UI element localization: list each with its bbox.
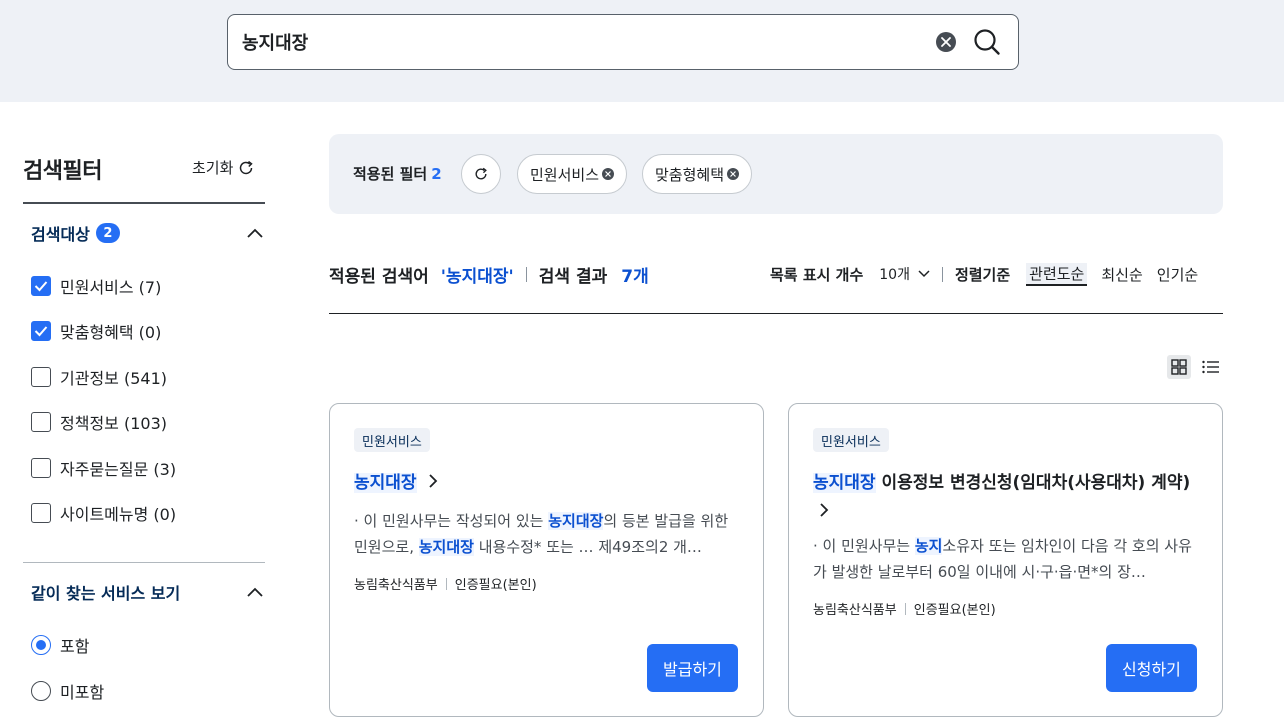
radio-button[interactable]	[31, 635, 51, 655]
page-size-value: 10개	[879, 267, 910, 283]
card-category-tag: 민원서비스	[354, 428, 430, 452]
search-box	[227, 14, 1019, 70]
result-card: 민원서비스 농지대장 · 이 민원사무는 작성되어 있는 농지대장의 등본 발급…	[329, 403, 764, 717]
sort-controls: 목록 표시 개수 10개 정렬기준 관련도순 최신순 인기순	[770, 262, 1198, 286]
card-title-highlight: 농지대장	[354, 473, 417, 493]
filter-option-label: 사이트메뉴명 (0)	[60, 505, 177, 524]
refresh-icon	[240, 160, 254, 174]
filter-option-faq[interactable]: 자주묻는질문 (3)	[31, 457, 176, 479]
filter-title: 검색필터	[23, 159, 102, 184]
card-category-tag: 민원서비스	[813, 428, 889, 452]
card-meta: 농림축산식품부 인증필요(본인)	[354, 574, 537, 593]
applied-filters-reset-button[interactable]	[461, 154, 501, 194]
filter-option-policy[interactable]: 정책정보 (103)	[31, 411, 167, 433]
chevron-right-icon	[820, 503, 829, 517]
filter-reset-label: 초기화	[192, 159, 234, 177]
apply-button[interactable]: 신청하기	[1106, 644, 1197, 692]
card-title-link[interactable]: 농지대장 이용정보 변경신청(임대차(사용대차) 계약)	[813, 469, 1203, 527]
applied-filters-count: 2	[431, 165, 442, 183]
checkbox[interactable]	[31, 458, 51, 478]
filter-option-label: 맞춤형혜택 (0)	[60, 323, 162, 342]
checkbox[interactable]	[31, 367, 51, 387]
chevron-down-icon	[918, 270, 930, 278]
chevron-up-icon[interactable]	[245, 223, 265, 243]
filter-option-label: 기관정보 (541)	[60, 369, 167, 388]
applied-query: '농지대장'	[440, 267, 514, 287]
close-icon[interactable]	[602, 168, 615, 180]
related-section-header[interactable]: 같이 찾는 서비스 보기	[23, 577, 265, 607]
chevron-up-icon[interactable]	[245, 582, 265, 602]
card-title-link[interactable]: 농지대장	[354, 469, 744, 498]
filter-option-minwon[interactable]: 민원서비스 (7)	[31, 275, 161, 297]
card-agency: 농림축산식품부	[354, 578, 438, 593]
target-count-badge: 2	[95, 223, 120, 243]
filter-chip-label: 민원서비스	[530, 165, 600, 184]
result-label: 검색 결과	[538, 267, 608, 287]
related-section-label: 같이 찾는 서비스 보기	[31, 584, 181, 603]
list-view-button[interactable]	[1199, 355, 1223, 379]
filter-option-label: 민원서비스 (7)	[60, 278, 162, 297]
result-summary: 적용된 검색어 '농지대장' 검색 결과 7개	[329, 262, 649, 287]
filter-chip-label: 맞춤형혜택	[655, 165, 725, 184]
grid-icon	[1171, 359, 1187, 375]
close-icon	[941, 37, 951, 47]
sidebar-divider	[23, 202, 265, 204]
close-icon[interactable]	[727, 168, 740, 180]
filter-option-label: 자주묻는질문 (3)	[60, 460, 177, 479]
sort-label: 정렬기준	[954, 265, 1011, 284]
sort-option-popular[interactable]: 인기순	[1157, 264, 1198, 285]
filter-chip[interactable]: 맞춤형혜택	[642, 154, 753, 194]
card-agency: 농림축산식품부	[813, 603, 897, 618]
target-section-header[interactable]: 검색대상 2	[23, 218, 265, 248]
related-option-include[interactable]: 포함	[31, 634, 89, 656]
card-description: · 이 민원사무는 작성되어 있는 농지대장의 등본 발급을 위한 민원으로, …	[354, 512, 729, 556]
search-icon	[974, 29, 1000, 55]
search-header	[0, 0, 1284, 102]
checkbox[interactable]	[31, 276, 51, 296]
checkbox[interactable]	[31, 321, 51, 341]
result-count: 7개	[621, 267, 649, 287]
radio-label: 포함	[60, 637, 90, 656]
filter-option-sitemenu[interactable]: 사이트메뉴명 (0)	[31, 502, 176, 524]
card-auth: 인증필요(본인)	[454, 578, 537, 593]
result-card: 민원서비스 농지대장 이용정보 변경신청(임대차(사용대차) 계약) · 이 민…	[788, 403, 1223, 717]
grid-view-button[interactable]	[1167, 355, 1191, 379]
applied-query-label: 적용된 검색어	[329, 267, 429, 287]
results-divider	[329, 313, 1223, 314]
filter-option-benefit[interactable]: 맞춤형혜택 (0)	[31, 320, 161, 342]
check-icon	[34, 326, 48, 337]
list-icon	[1202, 360, 1219, 374]
card-description: · 이 민원사무는 농지소유자 또는 임차인이 다음 각 호의 사유가 발생한 …	[813, 537, 1192, 581]
search-input[interactable]	[242, 27, 922, 57]
page-size-label: 목록 표시 개수	[770, 265, 864, 284]
sort-option-relevance[interactable]: 관련도순	[1026, 262, 1088, 286]
filter-option-agency[interactable]: 기관정보 (541)	[31, 366, 167, 388]
sort-option-latest[interactable]: 최신순	[1101, 264, 1142, 285]
checkbox[interactable]	[31, 503, 51, 523]
clear-search-button[interactable]	[936, 32, 956, 52]
sidebar-divider	[23, 562, 265, 563]
filter-reset-button[interactable]: 초기화	[192, 157, 254, 178]
card-title-highlight: 농지대장	[813, 473, 876, 493]
related-option-exclude[interactable]: 미포함	[31, 680, 104, 702]
card-title-text: 이용정보 변경신청(임대차(사용대차) 계약)	[875, 473, 1191, 493]
search-button[interactable]	[972, 27, 1002, 57]
applied-filters-label: 적용된 필터	[353, 165, 428, 183]
checkbox[interactable]	[31, 412, 51, 432]
radio-label: 미포함	[60, 683, 105, 702]
check-icon	[34, 281, 48, 292]
filter-option-label: 정책정보 (103)	[60, 414, 167, 433]
page-size-select[interactable]: 10개	[879, 264, 930, 284]
chevron-right-icon	[429, 474, 438, 488]
target-section-label: 검색대상	[31, 225, 90, 244]
applied-filters-panel: 적용된 필터 2 민원서비스 맞춤형혜택	[329, 134, 1223, 214]
card-auth: 인증필요(본인)	[913, 603, 996, 618]
card-meta: 농림축산식품부 인증필요(본인)	[813, 599, 996, 618]
filter-chip[interactable]: 민원서비스	[517, 154, 628, 194]
radio-button[interactable]	[31, 681, 51, 701]
refresh-icon	[475, 167, 487, 180]
issue-button[interactable]: 발급하기	[647, 644, 738, 692]
